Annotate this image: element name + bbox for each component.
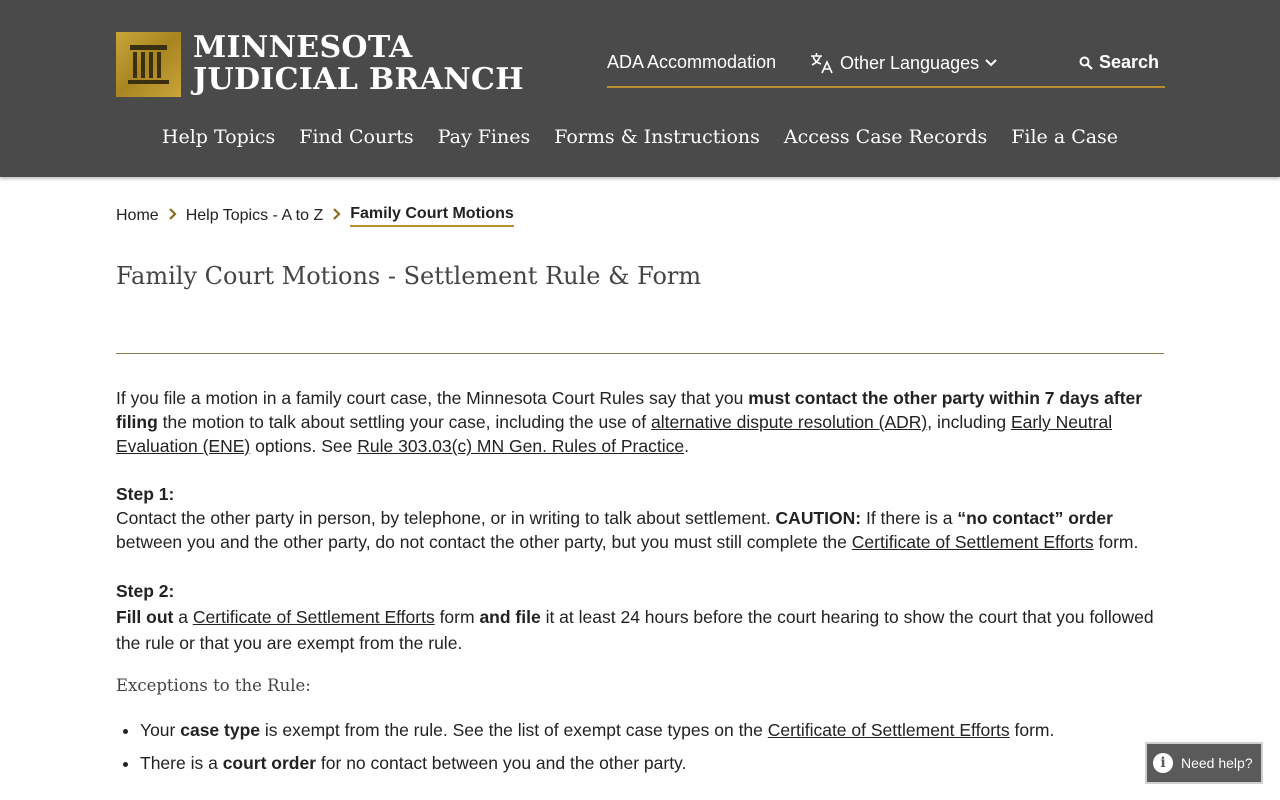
- bullet1-text-2: is exempt from the rule. See the list of…: [260, 720, 768, 740]
- page-title: Family Court Motions - Settlement Rule &…: [116, 262, 702, 290]
- step1-text-4: form.: [1093, 532, 1139, 552]
- bullet1-bold: case type: [180, 720, 261, 740]
- other-languages-label: Other Languages: [840, 52, 980, 73]
- bullet1-text-1: Your: [140, 720, 181, 740]
- bullet2-bold: court order: [222, 753, 317, 773]
- breadcrumb-home[interactable]: Home: [116, 207, 159, 225]
- step2-text-2: form: [434, 607, 480, 627]
- adr-link[interactable]: alternative dispute resolution (ADR): [651, 412, 927, 432]
- list-item: There is a court order for no contact be…: [140, 751, 1156, 775]
- bullet2-text-2: for no contact between you and the other…: [316, 753, 687, 773]
- chevron-down-icon: [985, 59, 997, 67]
- site-header: MINNESOTA JUDICIAL BRANCH ADA Accommodat…: [0, 0, 1280, 177]
- list-item: Your case type is exempt from the rule. …: [140, 718, 1156, 742]
- intro-text-1: If you file a motion in a family court c…: [116, 388, 749, 408]
- nav-access-case-records[interactable]: Access Case Records: [784, 126, 987, 148]
- nav-find-courts[interactable]: Find Courts: [299, 126, 413, 148]
- step2-text-1: a: [173, 607, 193, 627]
- certificate-link[interactable]: Certificate of Settlement Efforts: [852, 532, 1094, 552]
- need-help-button[interactable]: i Need help?: [1145, 742, 1263, 784]
- step1-paragraph: Step 1: Contact the other party in perso…: [116, 482, 1156, 554]
- logo-line-1: MINNESOTA: [193, 30, 413, 65]
- intro-text-5: .: [684, 436, 689, 456]
- nav-file-a-case[interactable]: File a Case: [1011, 126, 1118, 148]
- step1-text-2: If there is a: [861, 508, 958, 528]
- step1-text-3: between you and the other party, do not …: [116, 532, 852, 552]
- certificate-link[interactable]: Certificate of Settlement Efforts: [193, 607, 435, 627]
- step1-caution: CAUTION:: [775, 508, 862, 528]
- ada-accommodation-link[interactable]: ADA Accommodation: [607, 52, 776, 73]
- step1-text-1: Contact the other party in person, by te…: [116, 508, 776, 528]
- intro-text-2: the motion to talk about settling your c…: [157, 412, 652, 432]
- breadcrumb-help-topics[interactable]: Help Topics - A to Z: [186, 207, 324, 225]
- search-button[interactable]: Search: [1079, 52, 1159, 73]
- intro-text-3: , including: [927, 412, 1011, 432]
- courthouse-logo-icon[interactable]: [116, 32, 181, 97]
- utility-divider: [607, 86, 1165, 88]
- step2-fill-out: Fill out: [116, 607, 174, 627]
- main-content: If you file a motion in a family court c…: [116, 386, 1156, 784]
- other-languages-dropdown[interactable]: Other Languages: [810, 52, 997, 74]
- search-label: Search: [1099, 52, 1160, 72]
- intro-paragraph: If you file a motion in a family court c…: [116, 386, 1156, 458]
- exceptions-heading: Exceptions to the Rule:: [116, 676, 311, 695]
- bullet2-text-1: There is a: [140, 753, 223, 773]
- certificate-link[interactable]: Certificate of Settlement Efforts: [768, 720, 1010, 740]
- search-icon: [1079, 56, 1093, 70]
- step2-heading: Step 2:: [116, 581, 175, 601]
- title-divider: [116, 353, 1164, 354]
- step2-and-file: and file: [479, 607, 541, 627]
- step1-heading: Step 1:: [116, 484, 175, 504]
- chevron-right-icon: [168, 207, 177, 225]
- bullet1-text-3: form.: [1009, 720, 1055, 740]
- nav-pay-fines[interactable]: Pay Fines: [438, 126, 531, 148]
- chevron-right-icon: [333, 207, 341, 225]
- need-help-label: Need help?: [1181, 755, 1253, 771]
- translate-icon: [810, 52, 834, 74]
- breadcrumb-current: Family Court Motions: [350, 205, 514, 227]
- step1-no-contact: “no contact” order: [957, 508, 1113, 528]
- intro-text-4: options. See: [250, 436, 358, 456]
- step2-paragraph: Step 2: Fill out a Certificate of Settle…: [116, 578, 1156, 656]
- site-logo-text[interactable]: MINNESOTA JUDICIAL BRANCH: [193, 32, 524, 96]
- nav-help-topics[interactable]: Help Topics: [162, 126, 275, 148]
- main-navigation: Help Topics Find Courts Pay Fines Forms …: [0, 126, 1280, 148]
- exceptions-list: Your case type is exempt from the rule. …: [116, 718, 1156, 775]
- logo-line-2: JUDICIAL BRANCH: [193, 62, 524, 97]
- nav-forms-instructions[interactable]: Forms & Instructions: [554, 126, 760, 148]
- info-icon: i: [1153, 753, 1173, 773]
- rule-303-link[interactable]: Rule 303.03(c) MN Gen. Rules of Practice: [357, 436, 684, 456]
- breadcrumb: Home Help Topics - A to Z Family Court M…: [116, 205, 514, 227]
